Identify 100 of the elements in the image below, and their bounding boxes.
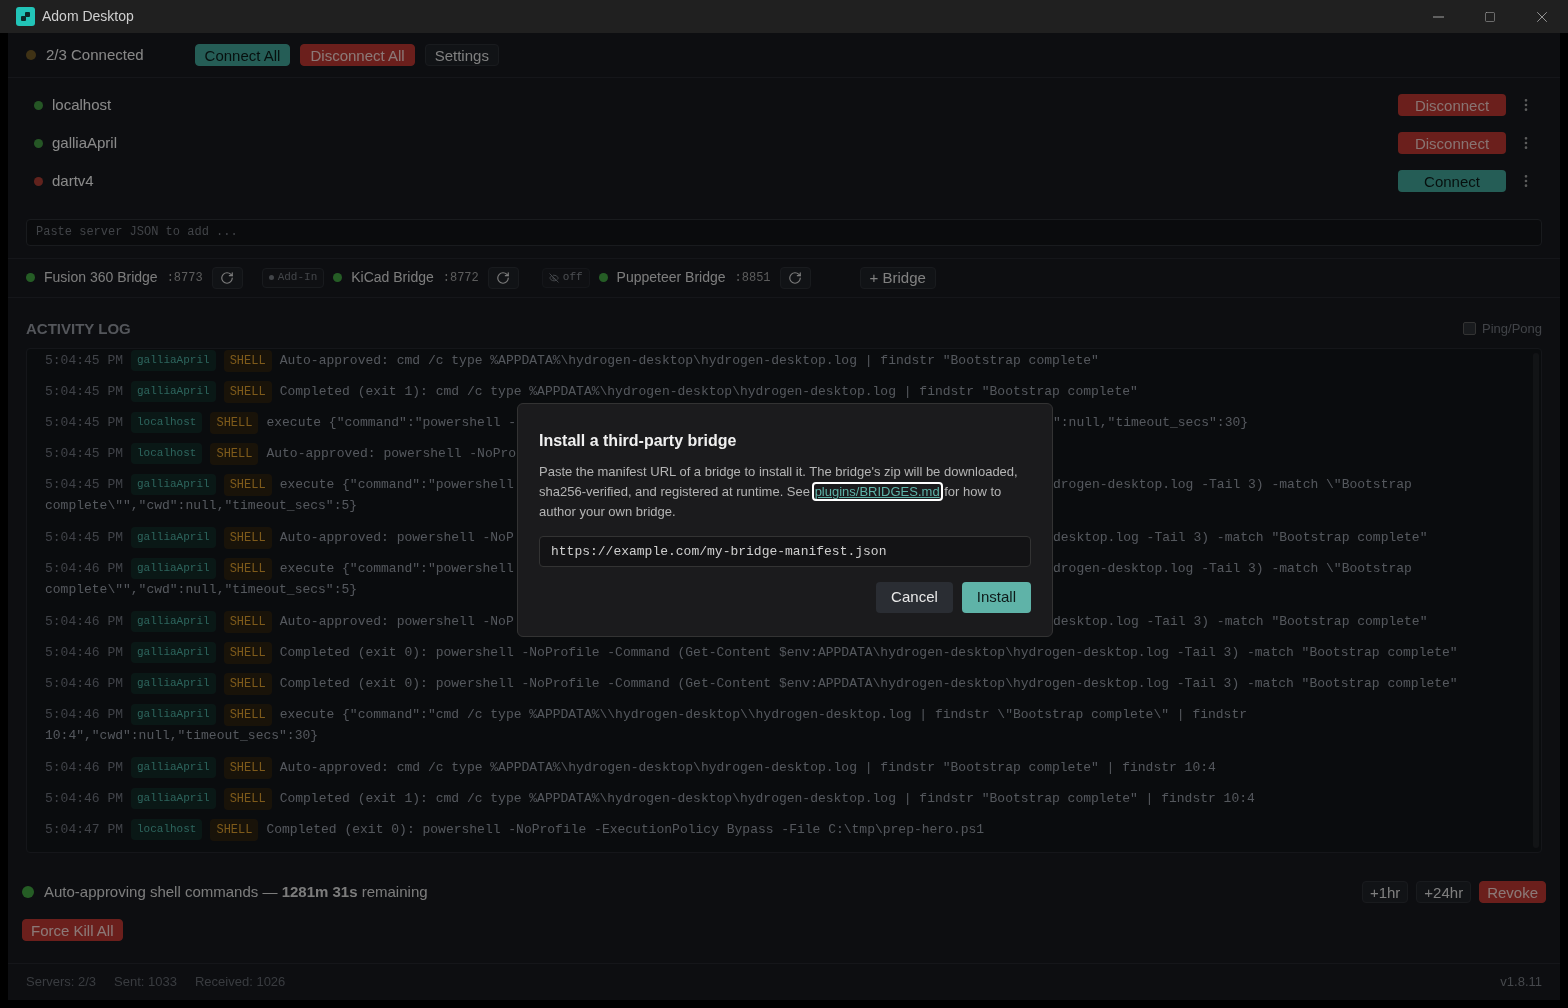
shell-tag: SHELL — [210, 442, 259, 465]
force-kill-button[interactable]: Force Kill All — [22, 919, 123, 941]
log-message: Auto-approved: powershell -NoP — [279, 612, 514, 631]
log-time: 5:04:45 PM — [45, 528, 123, 547]
server-action-button[interactable]: Disconnect — [1398, 132, 1506, 154]
shell-tag: SHELL — [223, 756, 272, 779]
log-time: 5:04:46 PM — [45, 674, 123, 693]
dialog-button[interactable]: Cancel — [876, 582, 953, 613]
connection-status: 2/3 Connected — [46, 44, 144, 65]
bridge-port: :8773 — [166, 269, 203, 287]
minimize-icon — [1432, 15, 1444, 18]
refresh-icon — [220, 270, 235, 285]
off-badge: off — [541, 267, 590, 288]
app-logo-icon — [16, 7, 35, 26]
refresh-button[interactable] — [779, 266, 811, 289]
log-message: Auto-approved: powershell -NoP — [279, 528, 514, 547]
window-title: Adom Desktop — [42, 7, 134, 26]
log-time: 5:04:46 PM — [45, 789, 123, 808]
server-tag: localhost — [131, 443, 203, 464]
log-time: 5:04:46 PM — [45, 758, 123, 777]
toolbar-button[interactable]: Settings — [424, 44, 499, 66]
version-text: v1.8.11 — [1500, 973, 1542, 992]
server-tag: localhost — [131, 412, 203, 433]
shell-tag: SHELL — [223, 526, 272, 549]
log-message: complete\"","cwd":null,"timeout_secs":5} — [45, 497, 358, 515]
ping-pong-checkbox[interactable] — [1463, 322, 1476, 336]
shell-tag: SHELL — [223, 703, 272, 726]
manifest-url-field[interactable]: https://example.com/my-bridge-manifest.json — [539, 536, 1031, 567]
time-button[interactable]: +1hr — [1361, 881, 1409, 904]
log-message: Completed (exit 0): powershell -NoProfile -Command (Get-Content $env:APPDATA\hydrogen-desktop\hydrogen-desktop.log -Tail 3) -match "Bootstrap complete" — [279, 643, 1458, 662]
log-message: drogen-desktop.log -Tail 3) -match \"Bootstrap — [1053, 559, 1412, 578]
server-tag: galliaApril — [131, 704, 216, 725]
server-tag: galliaApril — [131, 381, 216, 402]
server-tag: galliaApril — [131, 757, 216, 778]
toolbar-button[interactable]: Disconnect All — [300, 44, 415, 66]
dialog-title: Install a third-party bridge — [539, 431, 738, 451]
shell-tag: SHELL — [210, 818, 259, 841]
log-time: 5:04:45 PM — [45, 351, 123, 370]
log-message: Auto-approved: cmd /c type %APPDATA%\hydrogen-desktop\hydrogen-desktop.log | findstr "Bootstrap complete" — [279, 351, 1099, 370]
server-tag: galliaApril — [131, 673, 216, 694]
time-button[interactable]: Revoke — [1479, 881, 1546, 904]
log-time: 5:04:45 PM — [45, 413, 123, 432]
server-name: galliaApril — [52, 132, 118, 153]
server-action-button[interactable]: Disconnect — [1398, 94, 1506, 116]
add-bridge-button[interactable]: + Bridge — [859, 266, 936, 289]
refresh-icon — [788, 270, 803, 285]
log-message: execute {"command":"cmd /c type %APPDATA%\\hydrogen-desktop\\hydrogen-desktop.log | findstr \"Bootstrap complete\" | findstr — [279, 705, 1247, 724]
server-tag: galliaApril — [131, 611, 216, 632]
log-time: 5:04:46 PM — [45, 612, 123, 631]
log-message: execute {"command":"powershell — [279, 475, 514, 494]
bridge-name: Fusion 360 Bridge — [44, 268, 158, 287]
log-time: 5:04:46 PM — [45, 705, 123, 724]
log-message: Auto-approved: powershell -NoPro — [266, 444, 517, 463]
shell-tag: SHELL — [223, 349, 272, 372]
bridge-port: :8772 — [442, 269, 479, 287]
dialog-description: Paste the manifest URL of a bridge to install it. The bridge's zip will be downloaded, sha256-verified, and registered at runtime. See plugins/BRIDGES.md for how to author your own bridge. — [539, 463, 1019, 521]
eye-off-icon — [548, 272, 559, 283]
log-message: Completed (exit 1): cmd /c type %APPDATA%\hydrogen-desktop\hydrogen-desktop.log | findstr "Bootstrap complete" — [279, 382, 1138, 401]
section-title: ACTIVITY LOG — [26, 318, 131, 339]
log-message: drogen-desktop.log -Tail 3) -match \"Bootstrap — [1053, 475, 1412, 494]
bridge-name: Puppeteer Bridge — [616, 268, 726, 287]
server-tag: localhost — [131, 819, 203, 840]
server-tag: galliaApril — [131, 350, 216, 371]
log-message: Completed (exit 1): cmd /c type %APPDATA%\hydrogen-desktop\hydrogen-desktop.log | findstr "Bootstrap complete" | findstr 10:4 — [279, 789, 1255, 808]
shell-tag: SHELL — [223, 473, 272, 496]
log-message: execute {"command":"powershell — [279, 559, 514, 578]
shell-tag: SHELL — [223, 641, 272, 664]
shell-tag: SHELL — [223, 557, 272, 580]
log-message: 10:4","cwd":null,"timeout_secs":30} — [45, 727, 319, 745]
log-message: Completed (exit 0): powershell -NoProfile -Command (Get-Content $env:APPDATA\hydrogen-desktop\hydrogen-desktop.log -Tail 3) -match "Bootstrap complete" — [279, 674, 1458, 693]
server-tag: galliaApril — [131, 558, 216, 579]
bridge-name: KiCad Bridge — [351, 268, 434, 287]
toolbar-button[interactable]: Connect All — [194, 44, 291, 66]
log-message: desktop.log -Tail 3) -match "Bootstrap complete" — [1053, 612, 1428, 631]
server-action-button[interactable]: Connect — [1398, 170, 1506, 192]
log-time: 5:04:46 PM — [45, 559, 123, 578]
log-time: 5:04:45 PM — [45, 444, 123, 463]
time-button[interactable]: +24hr — [1416, 881, 1472, 904]
shell-tag: SHELL — [223, 610, 272, 633]
refresh-icon — [496, 270, 511, 285]
log-message: Completed (exit 0): powershell -NoProfile -ExecutionPolicy Bypass -File C:\tmp\prep-hero.ps1 — [266, 820, 985, 839]
shell-tag: SHELL — [223, 787, 272, 810]
log-time: 5:04:45 PM — [45, 382, 123, 401]
server-json-field[interactable]: Paste server JSON to add ... — [26, 218, 1542, 246]
dialog-button[interactable]: Install — [961, 582, 1031, 613]
refresh-button[interactable] — [211, 266, 243, 289]
log-message: desktop.log -Tail 3) -match "Bootstrap complete" — [1053, 528, 1428, 547]
log-message: Auto-approved: cmd /c type %APPDATA%\hydrogen-desktop\hydrogen-desktop.log | findstr "Bootstrap complete" | findstr 10:4 — [279, 758, 1216, 777]
server-tag: galliaApril — [131, 527, 216, 548]
bridges-doc-link[interactable]: plugins/BRIDGES.md — [813, 484, 941, 499]
bridge-port: :8851 — [734, 269, 771, 287]
server-name: localhost — [52, 94, 112, 115]
refresh-button[interactable] — [487, 266, 519, 289]
shell-tag: SHELL — [223, 380, 272, 403]
log-time: 5:04:47 PM — [45, 820, 123, 839]
auto-approve-status: Auto-approving shell commands — 1281m 31s remaining — [44, 882, 428, 902]
maximize-icon — [1484, 10, 1496, 23]
log-message: execute {"command":"powershell - — [266, 413, 517, 432]
server-tag: galliaApril — [131, 788, 216, 809]
log-message: ":null,"timeout_secs":30} — [1053, 413, 1249, 432]
